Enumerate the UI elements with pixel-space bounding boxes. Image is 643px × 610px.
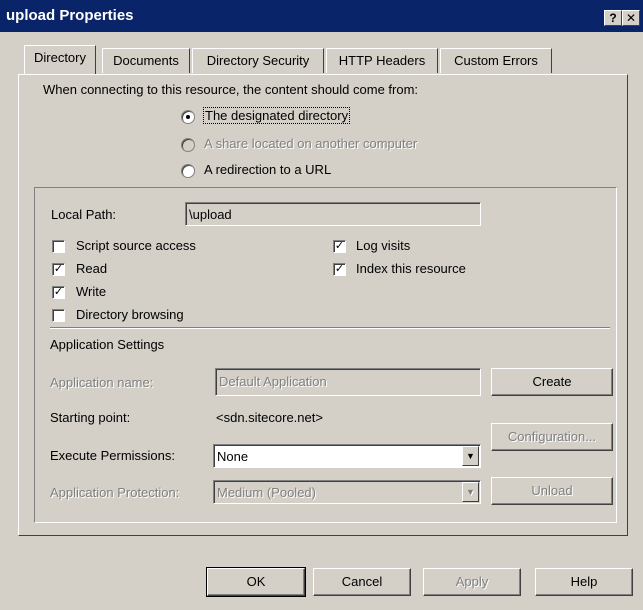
radio-share[interactable] (181, 138, 195, 152)
tab-custom-errors[interactable]: Custom Errors (440, 48, 552, 73)
label-index-resource[interactable]: Index this resource (356, 261, 466, 276)
app-settings-heading: Application Settings (50, 337, 165, 352)
exec-permissions-select[interactable]: None ▼ (213, 444, 481, 468)
tab-http-headers[interactable]: HTTP Headers (326, 48, 438, 73)
app-protection-value: Medium (Pooled) (217, 485, 316, 500)
close-icon[interactable]: ✕ (622, 10, 640, 26)
unload-button[interactable]: Unload (491, 477, 613, 505)
local-path-label: Local Path: (51, 207, 117, 222)
exec-permissions-label: Execute Permissions: (50, 448, 175, 463)
window-title: upload Properties (6, 7, 134, 24)
separator (50, 327, 610, 329)
radio-redirection-url[interactable] (181, 164, 195, 178)
label-read[interactable]: Read (76, 261, 107, 276)
title-bar: upload Properties ? ✕ (0, 0, 643, 32)
checkbox-script-source[interactable] (52, 240, 65, 253)
create-button[interactable]: Create (491, 368, 613, 396)
radio-label-share[interactable]: A share located on another computer (204, 136, 417, 151)
app-protection-select[interactable]: Medium (Pooled) ▼ (213, 480, 481, 504)
configuration-button[interactable]: Configuration... (491, 423, 613, 451)
starting-point-label: Starting point: (50, 410, 131, 425)
cancel-button[interactable]: Cancel (313, 568, 411, 596)
tab-directory-security[interactable]: Directory Security (192, 48, 324, 73)
label-write[interactable]: Write (76, 284, 106, 299)
checkbox-log-visits[interactable]: ✓ (333, 240, 346, 253)
checkbox-index-resource[interactable]: ✓ (333, 263, 346, 276)
checkbox-directory-browsing[interactable] (52, 309, 65, 322)
local-path-field[interactable]: \upload (185, 202, 481, 226)
radio-label-designated-directory[interactable]: The designated directory (202, 107, 351, 124)
help-button[interactable]: Help (535, 568, 633, 596)
ok-button[interactable]: OK (206, 567, 306, 597)
chevron-down-icon[interactable]: ▼ (462, 482, 479, 502)
checkbox-write[interactable]: ✓ (52, 286, 65, 299)
label-script-source[interactable]: Script source access (76, 238, 196, 253)
radio-designated-directory[interactable] (181, 110, 195, 124)
help-icon[interactable]: ? (604, 10, 622, 26)
chevron-down-icon[interactable]: ▼ (462, 446, 479, 466)
content-source-prompt: When connecting to this resource, the co… (43, 82, 419, 97)
label-directory-browsing[interactable]: Directory browsing (76, 307, 184, 322)
app-name-field[interactable]: Default Application (215, 368, 481, 396)
exec-permissions-value: None (217, 449, 249, 464)
tab-directory[interactable]: Directory (24, 45, 96, 74)
label-log-visits[interactable]: Log visits (356, 238, 410, 253)
starting-point-value: <sdn.sitecore.net> (216, 410, 323, 425)
app-name-label: Application name: (50, 375, 154, 390)
apply-button[interactable]: Apply (423, 568, 521, 596)
app-protection-label: Application Protection: (50, 485, 180, 500)
radio-label-redirection-url[interactable]: A redirection to a URL (204, 162, 331, 177)
checkbox-read[interactable]: ✓ (52, 263, 65, 276)
tab-documents[interactable]: Documents (102, 48, 190, 73)
